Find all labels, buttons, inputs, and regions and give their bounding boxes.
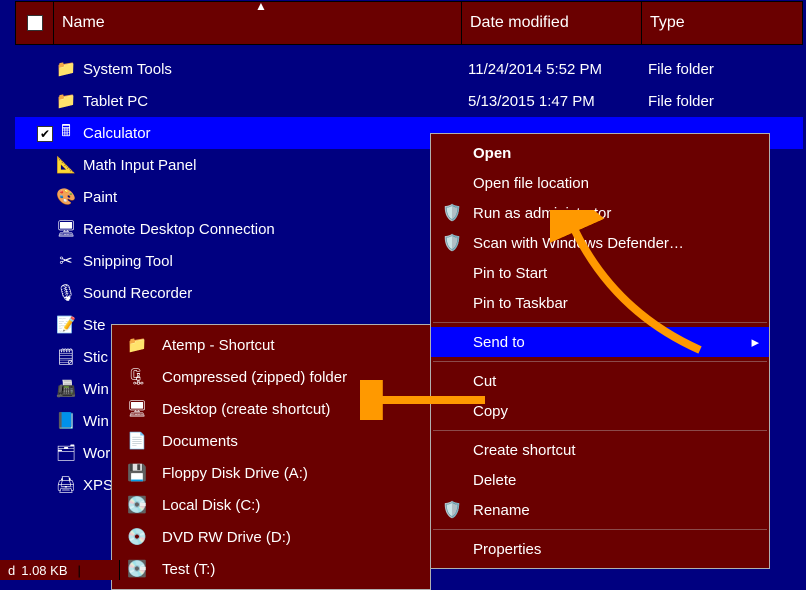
- sendto-desktop[interactable]: 🖥Desktop (create shortcut): [112, 393, 430, 425]
- journal-icon: 📘: [55, 411, 77, 431]
- folder-icon: 📁: [55, 59, 77, 79]
- submenu-arrow-icon: ▸: [751, 333, 759, 351]
- ctx-send-to[interactable]: Send to▸: [431, 327, 769, 357]
- file-name: Calculator: [83, 125, 468, 142]
- column-type[interactable]: Type: [642, 2, 802, 44]
- status-divider: |: [78, 563, 81, 578]
- paint-icon: 🎨: [55, 187, 77, 207]
- snipping-icon: ✂: [55, 251, 77, 271]
- status-size: 1.08 KB: [21, 563, 67, 578]
- checkbox-checked-icon: ✔: [37, 126, 53, 142]
- zip-icon: 🗜: [126, 367, 148, 387]
- rdp-icon: 🖥: [55, 219, 77, 239]
- sendto-zip[interactable]: 🗜Compressed (zipped) folder: [112, 361, 430, 393]
- desktop-icon: 🖥: [126, 399, 148, 419]
- ctx-open[interactable]: Open: [431, 138, 769, 168]
- file-row[interactable]: 📁 System Tools 11/24/2014 5:52 PM File f…: [15, 53, 803, 85]
- file-date: 11/24/2014 5:52 PM: [468, 61, 648, 78]
- calculator-icon: 🖩: [55, 120, 77, 147]
- ctx-copy[interactable]: Copy: [431, 396, 769, 426]
- shield-icon: 🛡️: [441, 203, 463, 223]
- steps-icon: 📝: [55, 315, 77, 335]
- ctx-open-label: Open: [473, 145, 511, 162]
- file-date: 5/13/2015 1:47 PM: [468, 93, 648, 110]
- column-date-modified[interactable]: Date modified: [462, 2, 642, 44]
- checkbox-icon: [27, 15, 43, 31]
- menu-separator: [433, 529, 767, 530]
- file-name: System Tools: [83, 61, 468, 78]
- disk-icon: 💽: [126, 495, 148, 515]
- status-bar: d 1.08 KB |: [0, 560, 120, 580]
- context-menu: Open Open file location 🛡️Run as adminis…: [430, 133, 770, 569]
- row-checkbox[interactable]: ✔: [37, 125, 55, 142]
- math-icon: 📐: [55, 155, 77, 175]
- menu-separator: [433, 322, 767, 323]
- ctx-cut[interactable]: Cut: [431, 366, 769, 396]
- folder-shortcut-icon: 📁: [126, 335, 148, 355]
- sendto-dvd[interactable]: 💿DVD RW Drive (D:): [112, 521, 430, 553]
- ctx-properties[interactable]: Properties: [431, 534, 769, 564]
- ctx-rename[interactable]: 🛡️Rename: [431, 495, 769, 525]
- ctx-pin-start[interactable]: Pin to Start: [431, 258, 769, 288]
- ctx-delete[interactable]: Delete: [431, 465, 769, 495]
- sendto-submenu: 📁Atemp - Shortcut 🗜Compressed (zipped) f…: [111, 324, 431, 590]
- ctx-run-as-admin[interactable]: 🛡️Run as administrator: [431, 198, 769, 228]
- column-header: Name Date modified Type: [15, 1, 803, 45]
- sticky-icon: 🗒: [55, 347, 77, 367]
- xps-icon: 🖨: [55, 475, 77, 495]
- file-type: File folder: [648, 93, 803, 110]
- dvd-icon: 💿: [126, 527, 148, 547]
- floppy-icon: 💾: [126, 463, 148, 483]
- status-prefix: d: [8, 563, 15, 578]
- ctx-create-shortcut[interactable]: Create shortcut: [431, 435, 769, 465]
- mic-icon: 🎙: [55, 283, 77, 303]
- sendto-floppy[interactable]: 💾Floppy Disk Drive (A:): [112, 457, 430, 489]
- sendto-documents[interactable]: 📄Documents: [112, 425, 430, 457]
- sendto-atemp[interactable]: 📁Atemp - Shortcut: [112, 329, 430, 361]
- documents-icon: 📄: [126, 431, 148, 451]
- wordpad-icon: 🗂: [55, 443, 77, 463]
- select-all-checkbox[interactable]: [16, 2, 54, 44]
- disk-icon: 💽: [126, 559, 148, 579]
- menu-separator: [433, 361, 767, 362]
- sendto-test[interactable]: 💽Test (T:): [112, 553, 430, 585]
- ctx-open-location[interactable]: Open file location: [431, 168, 769, 198]
- ctx-pin-taskbar[interactable]: Pin to Taskbar: [431, 288, 769, 318]
- file-name: Tablet PC: [83, 93, 468, 110]
- fax-icon: 📠: [55, 379, 77, 399]
- defender-icon: 🛡️: [441, 233, 463, 253]
- folder-icon: 📁: [55, 91, 77, 111]
- sort-indicator: ▲: [255, 0, 267, 13]
- ctx-scan-defender[interactable]: 🛡️Scan with Windows Defender…: [431, 228, 769, 258]
- sendto-local-c[interactable]: 💽Local Disk (C:): [112, 489, 430, 521]
- file-row[interactable]: 📁 Tablet PC 5/13/2015 1:47 PM File folde…: [15, 85, 803, 117]
- file-type: File folder: [648, 61, 803, 78]
- shield-icon: 🛡️: [441, 500, 463, 520]
- menu-separator: [433, 430, 767, 431]
